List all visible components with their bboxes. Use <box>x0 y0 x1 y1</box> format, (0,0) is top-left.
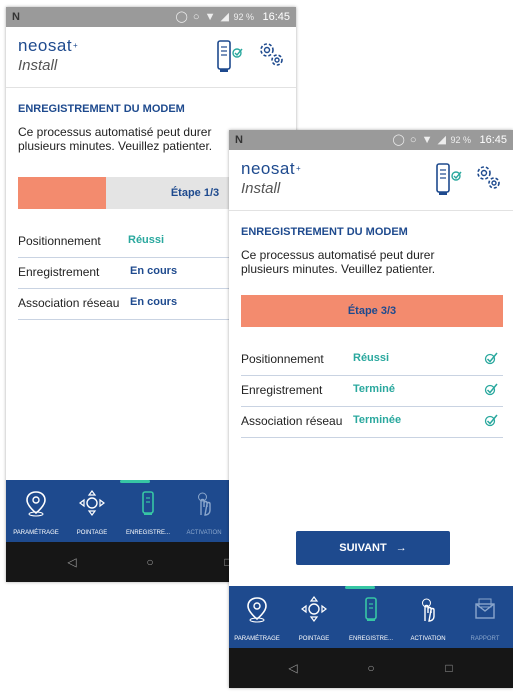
status-bar: N ◯ ○ ▼ ◢ 92 % 16:45 <box>6 7 296 27</box>
nav-item-parametrage[interactable]: PARAMÉTRAGE <box>229 586 285 648</box>
step-progress-fill <box>18 177 106 209</box>
bottom-navigation: PARAMÉTRAGE POINTAGE ENREGISTRE... ACTIV… <box>229 586 513 648</box>
modem-check-icon[interactable] <box>216 39 244 73</box>
nav-item-parametrage[interactable]: PARAMÉTRAGE <box>8 480 64 542</box>
row-status: Terminée <box>353 414 402 426</box>
nav-item-activation[interactable]: ACTIVATION <box>400 586 456 648</box>
location-pin-icon <box>26 491 46 517</box>
modem-icon <box>142 491 154 515</box>
nav-label: RAPPORT <box>470 636 500 642</box>
brand-logo: neosat+ <box>241 159 302 178</box>
nav-item-enregistrement[interactable]: ENREGISTRE... <box>343 586 399 648</box>
phone-screenshot-front: N ◯ ○ ▼ ◢ 92 % 16:45 neosat+ Install ENR… <box>229 130 513 688</box>
nav-item-pointage[interactable]: POINTAGE <box>64 480 120 542</box>
modem-check-icon[interactable] <box>435 162 463 196</box>
clock: 16:45 <box>479 134 507 146</box>
nav-item-enregistrement[interactable]: ENREGISTRE... <box>120 480 176 542</box>
brand-logo: neosat+ <box>18 36 79 55</box>
page-title: ENREGISTREMENT DU MODEM <box>241 226 408 238</box>
suivant-button[interactable]: SUIVANT → <box>296 531 450 565</box>
pointing-arrows-icon <box>79 490 105 516</box>
page-title: ENREGISTREMENT DU MODEM <box>18 103 185 115</box>
gears-icon[interactable] <box>473 162 503 192</box>
brand-subtitle: Install <box>18 57 58 74</box>
android-navigation-bar: ◁ ○ □ <box>229 648 513 688</box>
app-screen: neosat+ Install ENREGISTREMENT DU MODEM … <box>229 150 513 648</box>
description: Ce processus automatisé peut durer plusi… <box>18 125 212 153</box>
hand-tap-icon <box>422 598 435 622</box>
description-line: Ce processus automatisé peut durer <box>241 248 435 262</box>
home-circle-icon[interactable]: ○ <box>140 552 160 572</box>
nav-label: ACTIVATION <box>186 530 222 536</box>
app-header: neosat+ Install <box>6 27 296 88</box>
home-circle-icon[interactable]: ○ <box>361 658 381 678</box>
battery-level: 92 % <box>233 12 254 22</box>
step-progress-bar: Étape 3/3 <box>241 295 503 327</box>
row-status: En cours <box>130 265 178 277</box>
description-line: plusieurs minutes. Veuillez patienter. <box>18 139 213 153</box>
status-row-enregistrement: Enregistrement Terminé <box>241 376 503 407</box>
nav-label: ENREGISTRE... <box>125 530 170 536</box>
row-status: Terminé <box>353 383 395 395</box>
battery-level: 92 % <box>450 135 471 145</box>
nav-label: POINTAGE <box>76 530 108 536</box>
gears-icon[interactable] <box>256 39 286 69</box>
clock: 16:45 <box>262 11 290 23</box>
check-icon <box>484 414 498 427</box>
description-line: plusieurs minutes. Veuillez patienter. <box>241 262 436 276</box>
button-label: SUIVANT <box>339 542 387 554</box>
location-pin-icon <box>247 597 267 623</box>
nav-label: PARAMÉTRAGE <box>234 636 280 642</box>
row-label: Positionnement <box>241 352 324 366</box>
row-label: Enregistrement <box>18 265 100 279</box>
row-status: En cours <box>130 296 178 308</box>
nav-label: PARAMÉTRAGE <box>13 530 59 536</box>
report-envelope-icon <box>475 598 495 619</box>
brand-subtitle: Install <box>241 180 281 197</box>
nav-item-activation[interactable]: ACTIVATION <box>176 480 232 542</box>
arrow-right-icon: → <box>395 542 407 554</box>
row-label: Positionnement <box>18 234 101 248</box>
nav-label: POINTAGE <box>298 636 330 642</box>
status-bar: N ◯ ○ ▼ ◢ 92 % 16:45 <box>229 130 513 150</box>
check-icon <box>484 352 498 365</box>
row-status: Réussi <box>128 234 165 246</box>
nav-label: ENREGISTRE... <box>348 636 393 642</box>
description: Ce processus automatisé peut durer plusi… <box>241 248 435 276</box>
hand-tap-icon <box>198 492 211 516</box>
row-status: Réussi <box>353 352 390 364</box>
step-label: Étape 3/3 <box>347 305 397 317</box>
nav-label: ACTIVATION <box>410 636 446 642</box>
notification-n-icon: N <box>235 134 243 146</box>
nav-item-pointage[interactable]: POINTAGE <box>286 586 342 648</box>
notification-n-icon: N <box>12 11 20 23</box>
row-label: Enregistrement <box>241 383 323 397</box>
modem-icon <box>365 597 377 621</box>
nav-item-rapport[interactable]: RAPPORT <box>457 586 513 648</box>
recents-square-icon[interactable]: □ <box>439 658 459 678</box>
row-label: Association réseau <box>18 296 120 310</box>
status-row-positionnement: Positionnement Réussi <box>241 345 503 376</box>
description-line: Ce processus automatisé peut durer <box>18 125 212 139</box>
back-triangle-icon[interactable]: ◁ <box>62 552 82 572</box>
status-icons: ◯ ○ ▼ ◢ <box>175 11 230 23</box>
back-triangle-icon[interactable]: ◁ <box>283 658 303 678</box>
app-header: neosat+ Install <box>229 150 513 211</box>
check-icon <box>484 383 498 396</box>
row-label: Association réseau <box>241 414 343 428</box>
status-icons: ◯ ○ ▼ ◢ <box>392 134 447 146</box>
pointing-arrows-icon <box>301 596 327 622</box>
status-row-association: Association réseau Terminée <box>241 407 503 438</box>
